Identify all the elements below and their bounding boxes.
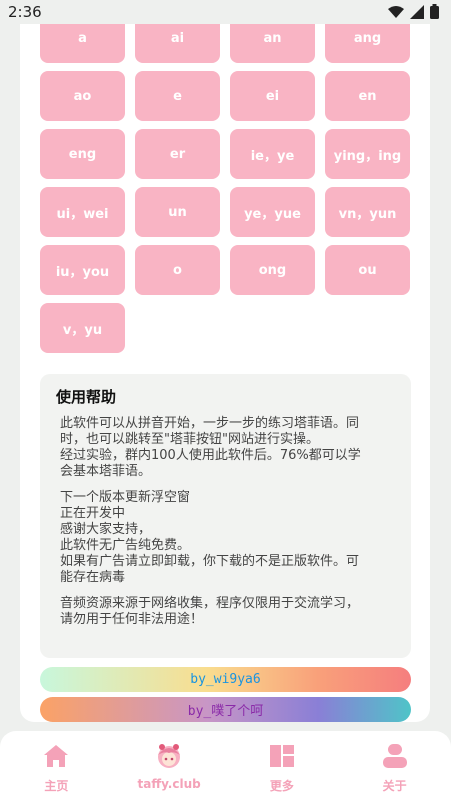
pinyin-key[interactable]: o <box>135 245 220 295</box>
help-line: 会基本塔菲语。 <box>60 464 152 479</box>
pinyin-key[interactable]: ong <box>230 245 315 295</box>
home-icon <box>43 743 69 769</box>
pinyin-key[interactable]: eng <box>40 129 125 179</box>
help-panel: 使用帮助 此软件可以从拼音开始，一步一步的练习塔菲语。同 时，也可以跳转至"塔菲… <box>40 374 411 658</box>
help-title: 使用帮助 <box>56 388 117 406</box>
help-line: 请勿用于任何非法用途！ <box>60 612 204 627</box>
help-line: 时，也可以跳转至"塔菲按钮"网站进行实操。 <box>60 432 319 447</box>
help-line: 感谢大家支持， <box>60 522 152 537</box>
pinyin-key-grid: a ai an ang ao e ei en eng er ie，ye ying… <box>40 13 411 353</box>
help-line: 正在开发中 <box>60 506 126 521</box>
pinyin-key[interactable]: ying，ing <box>325 129 410 179</box>
person-icon <box>382 743 408 769</box>
help-paragraph: 下一个版本更新浮空窗 正在开发中 感谢大家支持， 此软件无广告纯免费。 如果有广… <box>60 490 395 586</box>
nav-item-more[interactable]: 更多 <box>226 731 339 802</box>
pinyin-key[interactable]: e <box>135 71 220 121</box>
help-line: 音频资源来源于网络收集，程序仅限用于交流学习， <box>60 596 360 611</box>
nav-item-taffy[interactable]: taffy.club <box>113 731 226 802</box>
status-bar: 2:36 <box>0 0 451 24</box>
status-time: 2:36 <box>8 3 42 21</box>
nav-label: 关于 <box>382 779 407 793</box>
nav-item-about[interactable]: 关于 <box>338 731 451 802</box>
pinyin-key[interactable]: ui，wei <box>40 187 125 237</box>
help-paragraph: 此软件可以从拼音开始，一步一步的练习塔菲语。同 时，也可以跳转至"塔菲按钮"网站… <box>60 416 395 480</box>
bottom-nav: 主页 taffy.club 更多 关于 <box>0 731 451 802</box>
pinyin-key[interactable]: iu，you <box>40 245 125 295</box>
author-banner-1[interactable]: by_wi9ya6 <box>40 667 411 692</box>
status-icons <box>388 4 439 19</box>
battery-icon <box>430 4 439 19</box>
signal-icon <box>410 4 424 19</box>
help-line: 如果有广告请立即卸载，你下载的不是正版软件。可 <box>60 554 360 569</box>
pinyin-key[interactable]: un <box>135 187 220 237</box>
pinyin-key[interactable]: er <box>135 129 220 179</box>
help-line: 此软件可以从拼音开始，一步一步的练习塔菲语。同 <box>60 416 360 431</box>
pinyin-key[interactable]: v，yu <box>40 303 125 353</box>
help-line: 下一个版本更新浮空窗 <box>60 490 191 505</box>
help-body: 此软件可以从拼音开始，一步一步的练习塔菲语。同 时，也可以跳转至"塔菲按钮"网站… <box>60 416 395 638</box>
dashboard-icon <box>269 743 295 769</box>
pinyin-key[interactable]: ou <box>325 245 410 295</box>
pinyin-key[interactable]: ei <box>230 71 315 121</box>
wifi-icon <box>388 5 404 18</box>
help-line: 能存在病毒 <box>60 570 126 585</box>
help-line: 经过实验，群内100人使用此软件后。76%都可以学 <box>60 448 361 463</box>
avatar-icon <box>156 743 182 769</box>
pinyin-key[interactable]: ye，yue <box>230 187 315 237</box>
nav-label: 主页 <box>44 779 69 793</box>
pinyin-key[interactable]: vn，yun <box>325 187 410 237</box>
nav-item-home[interactable]: 主页 <box>0 731 113 802</box>
help-paragraph: 音频资源来源于网络收集，程序仅限用于交流学习， 请勿用于任何非法用途！ <box>60 596 395 628</box>
pinyin-key[interactable]: ao <box>40 71 125 121</box>
pinyin-key[interactable]: ie，ye <box>230 129 315 179</box>
nav-label: 更多 <box>269 779 294 793</box>
help-line: 此软件无广告纯免费。 <box>60 538 191 553</box>
nav-label: taffy.club <box>137 777 201 791</box>
pinyin-key[interactable]: en <box>325 71 410 121</box>
author-banner-2[interactable]: by_噗了个呵 <box>40 697 411 722</box>
